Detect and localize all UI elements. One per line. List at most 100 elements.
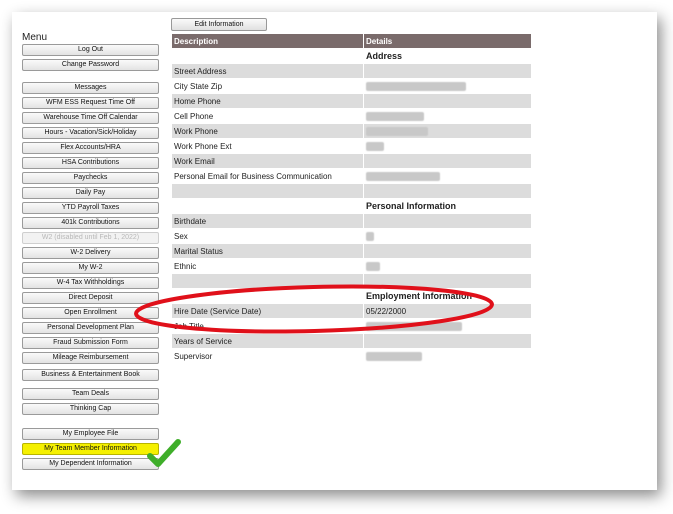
table-row: Supervisor — [171, 348, 532, 364]
cell-phone-label: Cell Phone — [171, 108, 364, 124]
street-address-value — [363, 63, 532, 79]
table-row: Street Address — [171, 63, 532, 79]
mileage-reimbursement-button[interactable]: Mileage Reimbursement — [22, 352, 159, 364]
table-row — [171, 273, 532, 289]
job-title-value — [363, 318, 532, 334]
daily-pay-button[interactable]: Daily Pay — [22, 187, 159, 199]
redacted-value — [366, 141, 384, 151]
redacted-value — [366, 171, 440, 181]
cell-phone-value — [363, 108, 532, 124]
home-phone-value — [363, 93, 532, 109]
change-password-button[interactable]: Change Password — [22, 59, 159, 71]
screenshot-frame: Menu Log Out Change Password Messages WF… — [12, 12, 657, 490]
employment-section-row: Employment Information — [171, 288, 532, 304]
my-team-member-information-button[interactable]: My Team Member Information — [22, 443, 159, 455]
redacted-value — [366, 81, 466, 91]
work-email-label: Work Email — [171, 153, 364, 169]
menu-title: Menu — [22, 32, 48, 43]
menu-spacer — [22, 418, 159, 428]
w2-disabled-button: W2 (disabled until Feb 1, 2022) — [22, 232, 159, 244]
edit-information-button[interactable]: Edit Information — [171, 18, 267, 31]
fraud-submission-form-button[interactable]: Fraud Submission Form — [22, 337, 159, 349]
address-section-title: Address — [363, 48, 532, 64]
401k-contributions-button[interactable]: 401k Contributions — [22, 217, 159, 229]
table-row: Work Phone — [171, 123, 532, 139]
marital-status-label: Marital Status — [171, 243, 364, 259]
warehouse-time-off-calendar-button[interactable]: Warehouse Time Off Calendar — [22, 112, 159, 124]
table-row: City State Zip — [171, 78, 532, 94]
work-phone-label: Work Phone — [171, 123, 364, 139]
years-of-service-label: Years of Service — [171, 333, 364, 349]
description-column-header: Description — [171, 33, 364, 49]
street-address-label: Street Address — [171, 63, 364, 79]
work-phone-ext-value — [363, 138, 532, 154]
table-row: Birthdate — [171, 213, 532, 229]
table-row: Job Title — [171, 318, 532, 334]
open-enrollment-button[interactable]: Open Enrollment — [22, 307, 159, 319]
w4-tax-withholdings-button[interactable]: W-4 Tax Withholdings — [22, 277, 159, 289]
hire-date-label: Hire Date (Service Date) — [171, 303, 364, 319]
empty-cell — [363, 273, 532, 289]
supervisor-value — [363, 348, 532, 364]
marital-status-value — [363, 243, 532, 259]
work-phone-ext-label: Work Phone Ext — [171, 138, 364, 154]
ethnic-label: Ethnic — [171, 258, 364, 274]
w2-delivery-button[interactable]: W-2 Delivery — [22, 247, 159, 259]
team-deals-button[interactable]: Team Deals — [22, 388, 159, 400]
menu-spacer — [22, 74, 159, 82]
messages-button[interactable]: Messages — [22, 82, 159, 94]
redacted-value — [366, 321, 462, 331]
empty-cell — [171, 273, 364, 289]
main-menu: Log Out Change Password Messages WFM ESS… — [22, 44, 159, 473]
employment-information-section-title: Employment Information — [363, 288, 532, 304]
birthdate-label: Birthdate — [171, 213, 364, 229]
work-email-value — [363, 153, 532, 169]
table-row: Work Email — [171, 153, 532, 169]
redacted-value — [366, 261, 380, 271]
hire-date-value: 05/22/2000 — [363, 303, 532, 319]
redacted-value — [366, 111, 424, 121]
wfm-ess-request-time-off-button[interactable]: WFM ESS Request Time Off — [22, 97, 159, 109]
table-row: Ethnic — [171, 258, 532, 274]
redacted-value — [366, 126, 428, 136]
team-member-details-table: Description Details Address Street Addre… — [171, 33, 532, 364]
empty-cell — [363, 183, 532, 199]
table-row: Marital Status — [171, 243, 532, 259]
years-of-service-value — [363, 333, 532, 349]
work-phone-value — [363, 123, 532, 139]
birthdate-value — [363, 213, 532, 229]
personal-section-row: Personal Information — [171, 198, 532, 214]
hsa-contributions-button[interactable]: HSA Contributions — [22, 157, 159, 169]
table-row: Home Phone — [171, 93, 532, 109]
empty-cell — [171, 183, 364, 199]
business-entertainment-book-button[interactable]: Business & Entertainment Book — [22, 369, 159, 381]
thinking-cap-button[interactable]: Thinking Cap — [22, 403, 159, 415]
personal-email-value — [363, 168, 532, 184]
city-state-zip-label: City State Zip — [171, 78, 364, 94]
supervisor-label: Supervisor — [171, 348, 364, 364]
city-state-zip-value — [363, 78, 532, 94]
my-dependent-information-button[interactable]: My Dependent Information — [22, 458, 159, 470]
table-row: Years of Service — [171, 333, 532, 349]
my-w2-button[interactable]: My W-2 — [22, 262, 159, 274]
redacted-value — [366, 231, 374, 241]
table-row: Work Phone Ext — [171, 138, 532, 154]
personal-email-label: Personal Email for Business Communicatio… — [171, 168, 364, 184]
flex-accounts-hra-button[interactable]: Flex Accounts/HRA — [22, 142, 159, 154]
my-employee-file-button[interactable]: My Employee File — [22, 428, 159, 440]
table-row: Hire Date (Service Date) 05/22/2000 — [171, 303, 532, 319]
empty-cell — [171, 198, 364, 214]
job-title-label: Job Title — [171, 318, 364, 334]
log-out-button[interactable]: Log Out — [22, 44, 159, 56]
redacted-value — [366, 351, 422, 361]
sex-label: Sex — [171, 228, 364, 244]
hours-vacation-sick-holiday-button[interactable]: Hours - Vacation/Sick/Holiday — [22, 127, 159, 139]
ytd-payroll-taxes-button[interactable]: YTD Payroll Taxes — [22, 202, 159, 214]
personal-development-plan-button[interactable]: Personal Development Plan — [22, 322, 159, 334]
table-row: Sex — [171, 228, 532, 244]
paychecks-button[interactable]: Paychecks — [22, 172, 159, 184]
table-row: Personal Email for Business Communicatio… — [171, 168, 532, 184]
personal-information-section-title: Personal Information — [363, 198, 532, 214]
direct-deposit-button[interactable]: Direct Deposit — [22, 292, 159, 304]
table-header-row: Description Details — [171, 33, 532, 49]
